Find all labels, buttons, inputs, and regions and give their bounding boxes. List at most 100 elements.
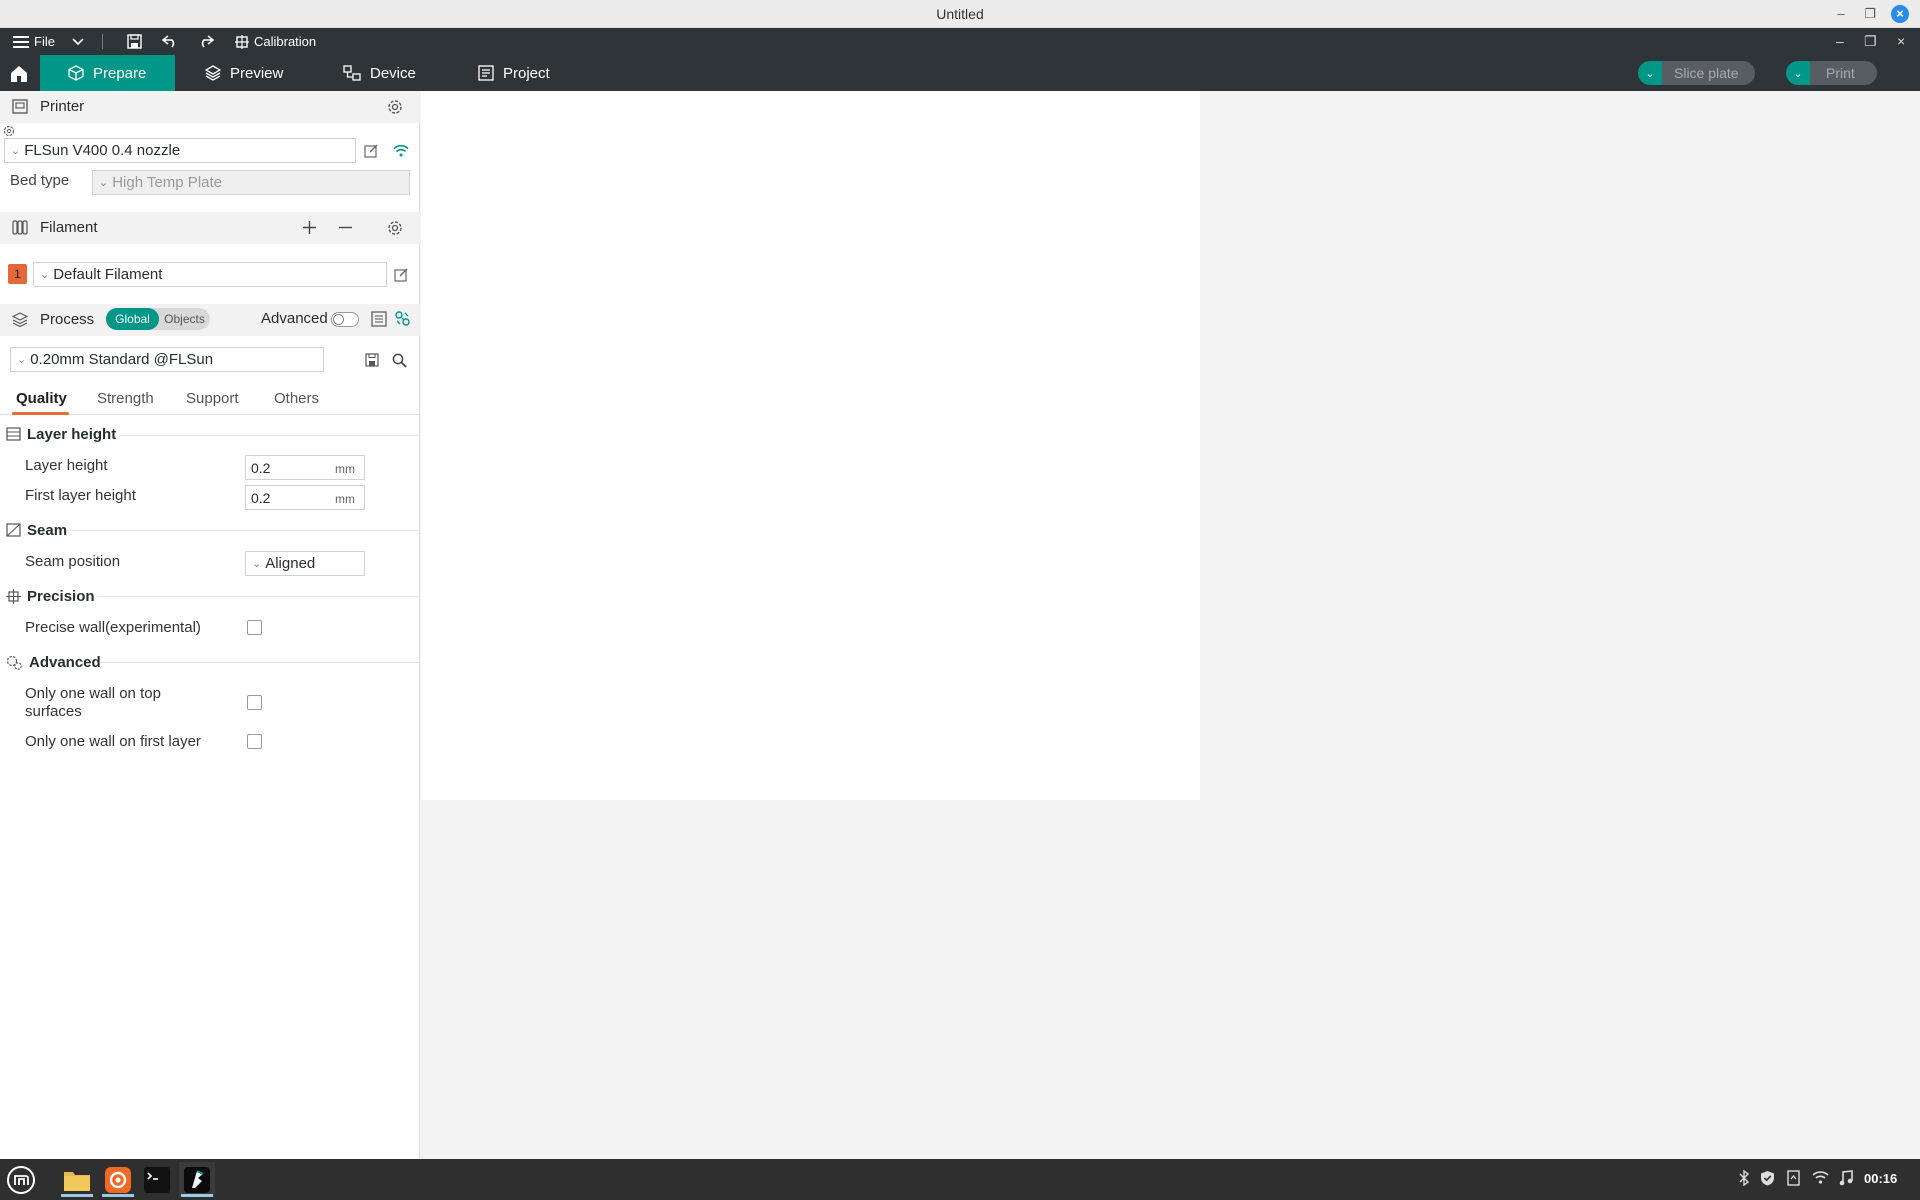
filament-icon <box>12 220 28 235</box>
firefox-app-icon[interactable] <box>100 1162 136 1197</box>
calibration-icon <box>235 34 249 49</box>
menu-bar: File Calibration – ❐ × <box>0 28 1920 55</box>
objects-option[interactable]: Objects <box>159 308 210 330</box>
updates-icon[interactable] <box>1787 1170 1800 1189</box>
maximize-icon[interactable]: ❐ <box>1861 5 1879 23</box>
remove-filament-icon[interactable] <box>339 221 352 234</box>
calibration-menu[interactable]: Calibration <box>235 28 316 55</box>
filament-settings-gear-icon[interactable] <box>387 220 403 236</box>
chevron-down-icon[interactable]: ⌄ <box>1638 61 1662 85</box>
chevron-down-icon[interactable] <box>72 28 84 55</box>
process-section-title: Process <box>40 311 95 328</box>
tab-project-label: Project <box>503 64 550 82</box>
global-option[interactable]: Global <box>106 308 159 330</box>
app-restore-icon[interactable]: ❐ <box>1864 28 1877 55</box>
window-titlebar: Untitled – ❐ × <box>0 0 1920 28</box>
print-button[interactable]: ⌄ Print <box>1786 61 1877 85</box>
save-icon[interactable] <box>127 28 142 55</box>
minimize-icon[interactable]: – <box>1832 5 1850 23</box>
subtab-strength[interactable]: Strength <box>97 390 154 407</box>
printer-selected-value: FLSun V400 0.4 nozzle <box>24 142 181 159</box>
precision-group-title: Precision <box>27 587 95 605</box>
bed-type-select[interactable]: ⌄ High Temp Plate <box>92 170 410 195</box>
plate-canvas[interactable] <box>421 91 1200 800</box>
active-subtab-indicator <box>12 412 69 415</box>
chevron-down-icon[interactable]: ⌄ <box>1786 61 1810 85</box>
process-subtabs: Quality Strength Support Others <box>0 386 420 415</box>
first-layer-height-input[interactable]: 0.2 mm <box>245 485 365 510</box>
layers-icon <box>205 65 221 81</box>
layer-height-icon <box>6 427 21 441</box>
tab-prepare[interactable]: Prepare <box>40 55 175 91</box>
global-objects-switch[interactable]: Global Objects <box>106 308 210 330</box>
chevron-down-icon: ⌄ <box>252 558 262 570</box>
sound-icon[interactable] <box>1839 1170 1853 1189</box>
layer-height-label: Layer height <box>25 457 108 474</box>
bluetooth-icon[interactable] <box>1739 1169 1750 1189</box>
toggle-knob <box>333 314 344 325</box>
start-menu-icon[interactable] <box>3 1162 39 1197</box>
main-tab-bar: Prepare Preview Device Project ⌄ Slice p… <box>0 55 1920 91</box>
group-divider <box>120 435 420 436</box>
app-minimize-icon[interactable]: – <box>1836 28 1844 55</box>
printer-select[interactable]: ⌄ FLSun V400 0.4 nozzle <box>4 138 356 163</box>
small-gear-icon[interactable] <box>3 125 15 137</box>
edit-printer-icon[interactable] <box>364 143 379 158</box>
subtab-support[interactable]: Support <box>186 390 239 407</box>
subtab-others[interactable]: Others <box>274 390 319 407</box>
wifi-icon[interactable] <box>393 144 409 157</box>
layer-height-group-header: Layer height <box>6 424 420 444</box>
redo-icon[interactable] <box>198 28 214 55</box>
close-window-button[interactable]: × <box>1891 5 1909 23</box>
process-icon <box>12 312 28 327</box>
tab-device[interactable]: Device <box>343 55 416 91</box>
tab-prepare-label: Prepare <box>93 64 147 82</box>
file-menu[interactable]: File <box>13 28 55 55</box>
search-icon[interactable] <box>392 353 407 368</box>
filament-select[interactable]: ⌄ Default Filament <box>33 262 387 287</box>
slicer-app-icon[interactable] <box>179 1162 215 1197</box>
device-icon <box>343 65 361 81</box>
precise-wall-checkbox[interactable] <box>247 620 262 635</box>
advanced-toggle[interactable] <box>331 312 359 327</box>
hamburger-icon <box>13 36 29 48</box>
one-wall-first-layer-checkbox[interactable] <box>247 734 262 749</box>
filament-slot-badge[interactable]: 1 <box>8 264 27 284</box>
one-wall-first-layer-label: Only one wall on first layer <box>25 733 201 750</box>
compare-icon[interactable] <box>395 311 410 326</box>
subtab-quality[interactable]: Quality <box>16 390 67 407</box>
seam-position-select[interactable]: ⌄ Aligned <box>245 551 365 576</box>
taskbar-clock[interactable]: 00:16 <box>1864 1171 1897 1186</box>
terminal-app-icon[interactable] <box>139 1162 175 1197</box>
chevron-down-icon: ⌄ <box>17 354 27 366</box>
add-filament-icon[interactable] <box>303 221 316 234</box>
tab-project[interactable]: Project <box>478 55 550 91</box>
printer-icon <box>12 99 28 114</box>
layer-height-input[interactable]: 0.2 mm <box>245 455 365 480</box>
edit-filament-icon[interactable] <box>394 267 409 282</box>
list-view-icon[interactable] <box>371 311 387 327</box>
seam-position-value: Aligned <box>265 555 316 572</box>
tab-preview-label: Preview <box>230 64 284 82</box>
one-wall-top-checkbox[interactable] <box>247 695 262 710</box>
shield-icon[interactable] <box>1760 1170 1775 1189</box>
files-app-icon[interactable] <box>59 1162 95 1197</box>
tab-device-label: Device <box>370 64 416 82</box>
save-preset-icon[interactable] <box>365 353 379 367</box>
slice-plate-button[interactable]: ⌄ Slice plate <box>1638 61 1755 85</box>
process-preset-select[interactable]: ⌄ 0.20mm Standard @FLSun <box>10 347 324 372</box>
first-layer-height-value: 0.2 <box>251 490 271 506</box>
app-close-icon[interactable]: × <box>1897 28 1905 55</box>
project-icon <box>478 65 494 81</box>
chevron-down-icon: ⌄ <box>99 177 109 189</box>
seam-position-label: Seam position <box>25 553 121 570</box>
advanced-group-title: Advanced <box>29 653 101 671</box>
network-wifi-icon[interactable] <box>1812 1170 1829 1187</box>
undo-icon[interactable] <box>162 28 178 55</box>
os-taskbar: 00:16 <box>0 1159 1920 1200</box>
home-icon[interactable] <box>0 55 38 91</box>
filament-slot-number: 1 <box>14 267 21 281</box>
layer-height-value: 0.2 <box>251 460 271 476</box>
tab-preview[interactable]: Preview <box>205 55 283 91</box>
printer-settings-gear-icon[interactable] <box>387 99 403 115</box>
